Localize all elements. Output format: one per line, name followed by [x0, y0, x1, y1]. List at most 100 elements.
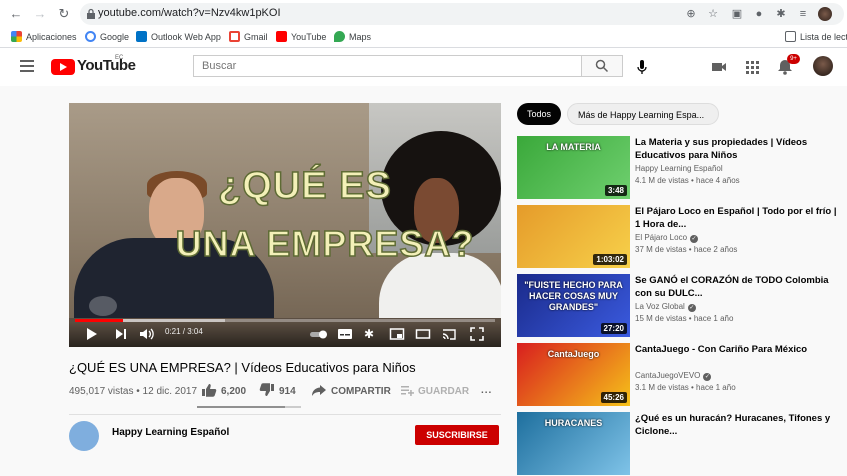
- recommendation-item[interactable]: CantaJuego 45:26 CantaJuego - Con Cariño P…: [517, 343, 837, 407]
- profile-avatar-icon[interactable]: [818, 7, 832, 21]
- player-controls: 0:21 / 3:04 ✱: [69, 322, 501, 347]
- channel-name[interactable]: Happy Learning Español: [112, 427, 229, 438]
- country-code: EC: [115, 55, 124, 61]
- video-thumbnail[interactable]: HURACANES: [517, 412, 630, 475]
- like-button[interactable]: 6,200: [201, 383, 246, 399]
- menu-icon[interactable]: [20, 60, 34, 72]
- search-input[interactable]: [194, 56, 581, 76]
- thumbnail-text: LA MATERIA: [546, 142, 601, 152]
- video-thumbnail[interactable]: LA MATERIA 3:48: [517, 136, 630, 199]
- volume-icon[interactable]: [139, 326, 155, 342]
- recommendation-channel[interactable]: La Voz Global ✓: [635, 302, 696, 312]
- video-duration: 27:20: [600, 323, 627, 334]
- microphone-icon[interactable]: [633, 58, 651, 76]
- video-overlay-title-line2: UNA EMPRESA?: [175, 222, 475, 265]
- chip-all[interactable]: Todos: [517, 103, 562, 125]
- avatar[interactable]: [813, 56, 833, 76]
- fullscreen-icon[interactable]: [469, 326, 485, 342]
- bookmark-gmail[interactable]: Gmail: [229, 30, 268, 44]
- theater-mode-icon[interactable]: [415, 326, 431, 342]
- video-thumbnail[interactable]: CantaJuego 45:26: [517, 343, 630, 406]
- recommendation-channel[interactable]: CantaJuegoVEVO ✓: [635, 371, 712, 381]
- create-video-icon[interactable]: [710, 58, 728, 76]
- bookmark-google[interactable]: Google: [85, 30, 129, 44]
- verified-check-icon: ✓: [687, 304, 696, 312]
- channel-avatar[interactable]: [69, 421, 99, 451]
- recommendation-title[interactable]: Se GANÓ el CORAZÓN de TODO Colombia con …: [635, 274, 840, 300]
- cast-icon[interactable]: [441, 326, 457, 342]
- thumbnail-text: CantaJuego: [547, 349, 600, 359]
- recommendation-meta: 37 M de vistas • hace 2 años: [635, 245, 738, 254]
- extensions-puzzle-icon[interactable]: ✱: [774, 7, 788, 21]
- recommendation-channel[interactable]: El Pájaro Loco ✓: [635, 233, 699, 243]
- bookmark-maps[interactable]: Maps: [334, 30, 371, 44]
- recommendation-item[interactable]: HURACANES ¿Qué es un huracán? Huracanes, …: [517, 412, 837, 476]
- apps-grid-icon[interactable]: [743, 58, 761, 76]
- bookmark-outlook[interactable]: Outlook Web App: [136, 30, 221, 44]
- share-icon: [312, 385, 326, 396]
- save-button[interactable]: GUARDAR: [400, 383, 469, 399]
- recommendation-channel[interactable]: Happy Learning Español: [635, 164, 723, 173]
- extension-pocket-icon[interactable]: ▣: [730, 7, 744, 21]
- reading-list-icon: [785, 31, 796, 42]
- search-button[interactable]: [581, 55, 623, 77]
- channel-watermark[interactable]: [89, 296, 117, 316]
- recommendation-title[interactable]: El Pájaro Loco en Español | Todo por el …: [635, 205, 840, 231]
- forward-icon[interactable]: →: [32, 6, 48, 22]
- autoplay-toggle-icon[interactable]: [309, 326, 329, 342]
- video-thumbnail[interactable]: "FUISTE HECHO PARA HACER COSAS MUY GRAND…: [517, 274, 630, 337]
- recommendation-title[interactable]: CantaJuego - Con Cariño Para México: [635, 343, 840, 356]
- bookmarks-bar: Aplicaciones Google Outlook Web App Gmai…: [0, 27, 847, 47]
- video-thumbnail[interactable]: 1:03:02: [517, 205, 630, 268]
- dislike-count: 914: [279, 386, 296, 397]
- recommendation-title[interactable]: La Materia y sus propiedades | Vídeos Ed…: [635, 136, 840, 162]
- bookmark-apps[interactable]: Aplicaciones: [11, 30, 77, 44]
- thumbs-up-icon: [202, 384, 217, 397]
- browser-chrome: ← → ↻ youtube.com/watch?v=Nzv4kw1pKOI ⊕ …: [0, 0, 847, 48]
- youtube-icon: [276, 31, 287, 42]
- reading-list-button[interactable]: Lista de lectu: [785, 30, 847, 44]
- video-duration: 3:48: [604, 185, 627, 196]
- thumbnail-text: "FUISTE HECHO PARA HACER COSAS MUY GRAND…: [524, 280, 623, 312]
- video-player[interactable]: ¿QUÉ ES UNA EMPRESA? 0:21 / 3:04 ✱: [69, 103, 501, 347]
- extension-circle-icon[interactable]: ●: [752, 7, 766, 21]
- google-icon: [85, 31, 96, 42]
- youtube-logo-icon[interactable]: [51, 59, 75, 75]
- bookmark-youtube[interactable]: YouTube: [276, 30, 326, 44]
- video-stats: 495,017 vistas • 12 dic. 2017: [69, 386, 198, 397]
- dislike-button[interactable]: 914: [259, 383, 296, 399]
- chip-more-from-channel[interactable]: Más de Happy Learning Espa...: [567, 103, 719, 125]
- more-actions-button[interactable]: ...: [481, 383, 492, 399]
- subscribe-button[interactable]: SUSCRIBIRSE: [415, 425, 499, 445]
- verified-check-icon: ✓: [703, 373, 712, 381]
- gmail-icon: [229, 31, 240, 42]
- recommendation-item[interactable]: LA MATERIA 3:48 La Materia y sus propiedad…: [517, 136, 837, 200]
- recommendation-title[interactable]: ¿Qué es un huracán? Huracanes, Tifones y…: [635, 412, 840, 438]
- recommendation-item[interactable]: 1:03:02 El Pájaro Loco en Español | Todo …: [517, 205, 837, 269]
- next-icon[interactable]: [114, 326, 128, 342]
- share-button[interactable]: COMPARTIR: [311, 383, 391, 399]
- reading-list-icon[interactable]: ≡: [796, 7, 810, 21]
- translate-icon[interactable]: ⊕: [684, 7, 698, 21]
- share-label: COMPARTIR: [331, 386, 391, 397]
- miniplayer-icon[interactable]: [389, 326, 405, 342]
- address-bar[interactable]: youtube.com/watch?v=Nzv4kw1pKOI ⊕ ☆ ▣ ● …: [80, 3, 844, 25]
- search-box[interactable]: [193, 55, 581, 77]
- time-display: 0:21 / 3:04: [165, 327, 203, 336]
- youtube-wordmark[interactable]: YouTube: [77, 57, 136, 74]
- reload-icon[interactable]: ↻: [56, 6, 72, 22]
- settings-gear-icon[interactable]: ✱: [364, 326, 374, 342]
- recommendation-meta: 15 M de vistas • hace 1 año: [635, 314, 734, 323]
- thumbnail-text: HURACANES: [544, 418, 603, 428]
- star-icon[interactable]: ☆: [706, 7, 720, 21]
- subtitles-icon[interactable]: [337, 326, 353, 342]
- search-icon: [595, 59, 609, 73]
- lock-icon: [87, 8, 95, 19]
- recommendation-item[interactable]: "FUISTE HECHO PARA HACER COSAS MUY GRAND…: [517, 274, 837, 338]
- video-overlay-title-line1: ¿QUÉ ES: [217, 164, 392, 208]
- back-icon[interactable]: ←: [8, 6, 24, 22]
- like-dislike-ratio-bar: [197, 406, 301, 408]
- play-icon[interactable]: [85, 326, 99, 342]
- youtube-header: YouTube EC 9+: [0, 48, 847, 86]
- divider: [69, 414, 501, 415]
